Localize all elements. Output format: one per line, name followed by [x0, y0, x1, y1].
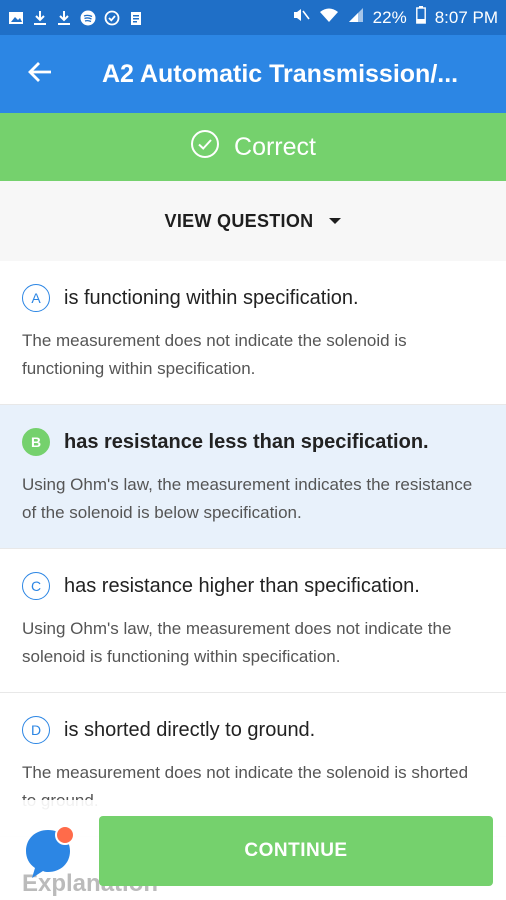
- back-arrow-icon: [27, 59, 53, 90]
- option-text: is shorted directly to ground.: [64, 718, 316, 741]
- signal-icon: [348, 7, 364, 28]
- option-letter-badge: B: [22, 428, 50, 456]
- option-letter-badge: C: [22, 572, 50, 600]
- notification-icons: [8, 10, 144, 26]
- option-explanation: The measurement does not indicate the so…: [22, 331, 407, 378]
- app-bar: A2 Automatic Transmission/...: [0, 35, 506, 113]
- view-question-label: VIEW QUESTION: [164, 210, 314, 231]
- view-question-toggle[interactable]: VIEW QUESTION: [0, 181, 506, 261]
- mute-icon: [292, 7, 310, 28]
- continue-button[interactable]: CONTINUE: [99, 816, 493, 886]
- clock: 8:07 PM: [434, 7, 498, 27]
- battery-percent: 22%: [372, 7, 407, 27]
- check-circle-icon: [190, 129, 220, 166]
- option-letter-badge: A: [22, 284, 50, 312]
- option-text: is functioning within specification.: [64, 286, 359, 309]
- result-banner: Correct: [0, 113, 506, 181]
- answer-option-a[interactable]: A is functioning within specification. T…: [0, 261, 506, 405]
- chat-button[interactable]: [22, 824, 78, 880]
- spotify-icon: [80, 10, 96, 26]
- option-explanation: Using Ohm's law, the measurement does no…: [22, 619, 452, 666]
- status-bar: 22% 8:07 PM: [0, 0, 506, 35]
- option-text: has resistance higher than specification…: [64, 574, 420, 597]
- check-circle-icon: [104, 10, 120, 26]
- download-icon: [56, 10, 72, 26]
- back-button[interactable]: [0, 35, 80, 113]
- answer-option-c[interactable]: C has resistance higher than specificati…: [0, 549, 506, 693]
- wifi-icon: [319, 7, 339, 28]
- option-text: has resistance less than specification.: [64, 430, 429, 453]
- clipboard-icon: [128, 10, 144, 26]
- battery-icon: [415, 6, 426, 29]
- chat-bubble-icon: [22, 825, 78, 884]
- option-letter-badge: D: [22, 716, 50, 744]
- caret-down-icon: [329, 218, 342, 224]
- page-title: A2 Automatic Transmission/...: [102, 59, 459, 88]
- option-explanation: Using Ohm's law, the measurement indicat…: [22, 475, 473, 522]
- result-label: Correct: [234, 132, 316, 161]
- image-icon: [8, 10, 24, 26]
- answer-option-b[interactable]: B has resistance less than specification…: [0, 405, 506, 549]
- download-icon: [32, 10, 48, 26]
